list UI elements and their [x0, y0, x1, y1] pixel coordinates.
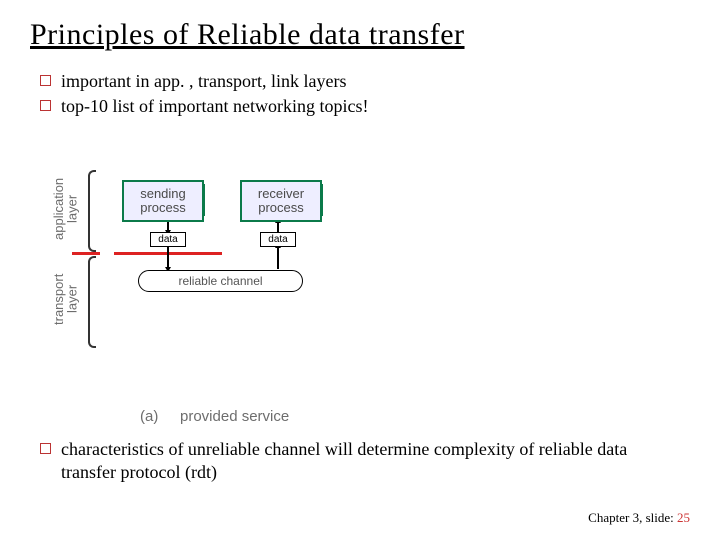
top-bullets: important in app. , transport, link laye…: [0, 52, 720, 119]
square-bullet-icon: [40, 75, 51, 86]
caption-label: provided service: [180, 408, 289, 425]
brace-icon: [88, 170, 96, 252]
footer: Chapter 3, slide: 25: [588, 510, 690, 526]
red-divider: [72, 252, 100, 255]
square-bullet-icon: [40, 100, 51, 111]
app-layer-label: applicationlayer: [52, 174, 79, 244]
brace-icon: [88, 256, 96, 348]
receiver-process-box: receiverprocess: [240, 180, 322, 222]
bullet-text: characteristics of unreliable channel wi…: [61, 438, 660, 483]
footer-page: 25: [677, 510, 690, 525]
data-box: data: [260, 232, 296, 247]
arrow-line: [277, 222, 279, 232]
diagram: applicationlayer transportlayer sendingp…: [60, 170, 390, 430]
bullet-text: top-10 list of important networking topi…: [61, 95, 368, 118]
bullet-item: top-10 list of important networking topi…: [40, 95, 720, 118]
square-bullet-icon: [40, 443, 51, 454]
bottom-bullets: characteristics of unreliable channel wi…: [40, 438, 660, 485]
bullet-text: important in app. , transport, link laye…: [61, 70, 346, 93]
reliable-channel-box: reliable channel: [138, 270, 303, 292]
data-box: data: [150, 232, 186, 247]
bullet-item: characteristics of unreliable channel wi…: [40, 438, 660, 483]
caption-a: (a): [140, 408, 158, 425]
transport-layer-label: transportlayer: [52, 264, 79, 334]
sending-process-box: sendingprocess: [122, 180, 204, 222]
arrow-line: [167, 247, 169, 269]
footer-chapter: Chapter 3, slide:: [588, 510, 674, 525]
arrow-line: [277, 247, 279, 269]
slide-title: Principles of Reliable data transfer: [0, 0, 720, 52]
bullet-item: important in app. , transport, link laye…: [40, 70, 720, 93]
